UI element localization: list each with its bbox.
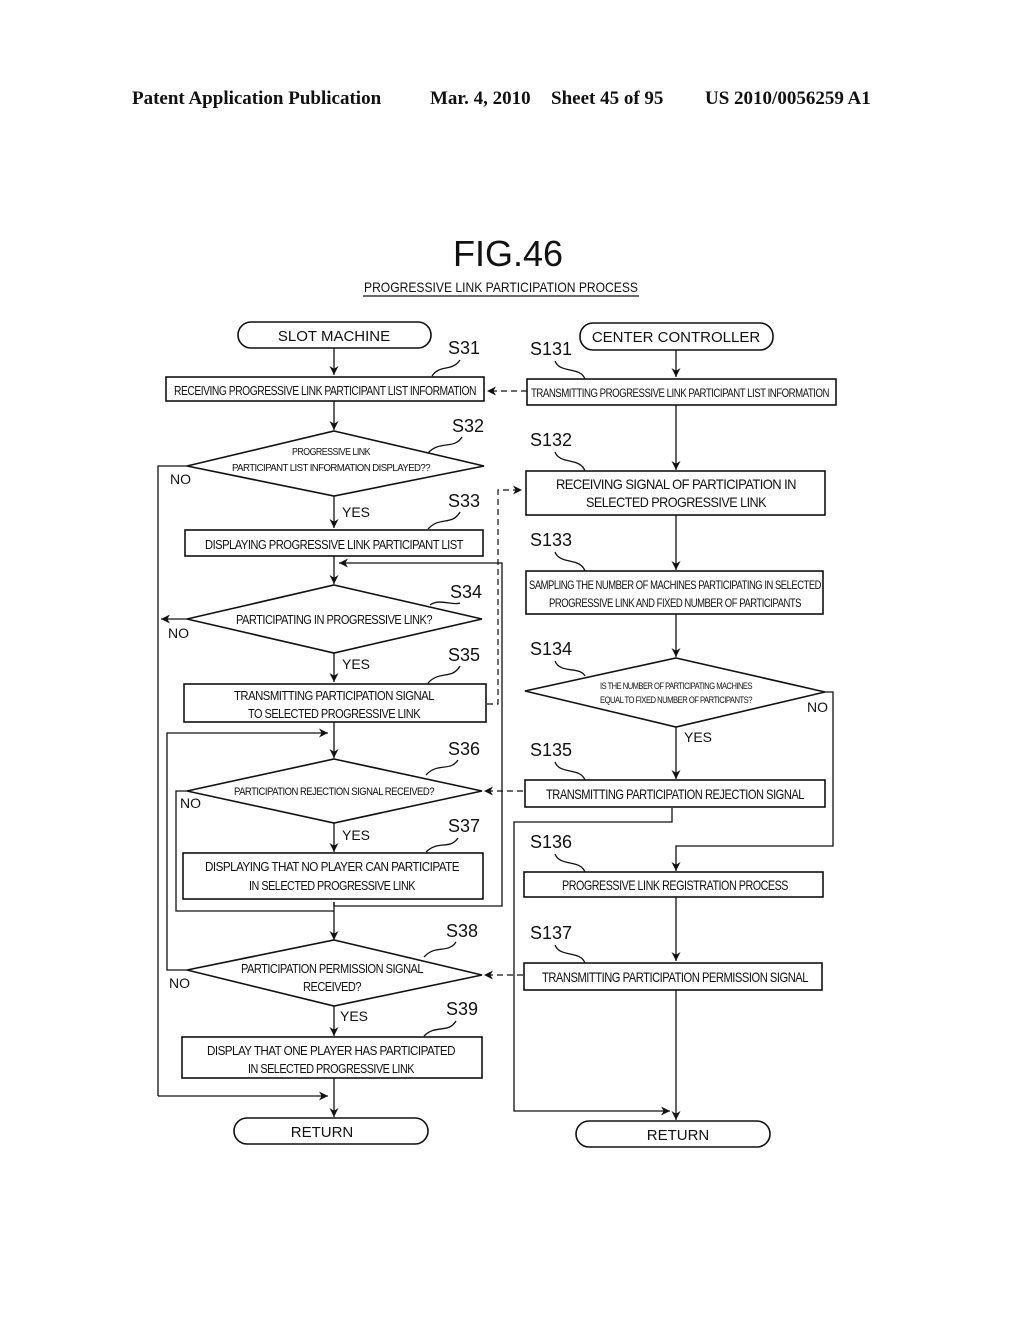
svg-text:S133: S133 [530,530,572,550]
label-s134-no: NO [807,699,828,715]
svg-text:S135: S135 [530,740,572,760]
svg-text:TO SELECTED PROGRESSIVE LINK: TO SELECTED PROGRESSIVE LINK [248,706,421,721]
label-s34-yes: YES [342,656,370,672]
svg-text:S32: S32 [452,416,484,436]
step-s132: RECEIVING SIGNAL OF PARTICIPATION IN SEL… [525,470,826,516]
label-s38-no: NO [169,975,190,991]
decision-s34: PARTICIPATING IN PROGRESSIVE LINK? [186,584,483,654]
step-s39: DISPLAY THAT ONE PLAYER HAS PARTICIPATED… [181,1036,483,1079]
figure-title: FIG.46 [453,233,563,274]
svg-text:S131: S131 [530,339,572,359]
terminal-center-controller: CENTER CONTROLLER [579,322,774,351]
svg-text:RETURN: RETURN [291,1124,354,1141]
label-s32-no: NO [170,471,191,487]
svg-text:SLOT MACHINE: SLOT MACHINE [278,328,390,345]
label-s38-yes: YES [340,1008,368,1024]
svg-text:S39: S39 [446,999,478,1019]
svg-text:DISPLAYING THAT NO PLAYER CAN: DISPLAYING THAT NO PLAYER CAN PARTICIPAT… [205,859,460,874]
svg-text:S132: S132 [530,430,572,450]
svg-text:DISPLAYING PROGRESSIVE LINK PA: DISPLAYING PROGRESSIVE LINK PARTICIPANT … [205,537,464,552]
ref-s131: S131 [530,339,586,380]
figure-subtitle: PROGRESSIVE LINK PARTICIPATION PROCESS [364,279,638,295]
step-s136: PROGRESSIVE LINK REGISTRATION PROCESS [523,871,824,898]
step-s137: TRANSMITTING PARTICIPATION PERMISSION SI… [523,962,823,991]
ref-s33: S33 [427,491,480,530]
svg-text:S38: S38 [446,921,478,941]
ref-s35: S35 [427,645,480,684]
loop-s32-no [157,465,187,1096]
step-s133: SAMPLING THE NUMBER OF MACHINES PARTICIP… [525,570,824,615]
signal-participation [487,485,522,705]
svg-text:S36: S36 [448,739,480,759]
flowchart: FIG.46 PROGRESSIVE LINK PARTICIPATION PR… [157,233,837,1148]
svg-text:PARTICIPATING IN PROGRESSIVE L: PARTICIPATING IN PROGRESSIVE LINK? [236,612,432,627]
ref-s32: S32 [427,416,484,454]
svg-text:RECEIVING SIGNAL OF PARTICIPAT: RECEIVING SIGNAL OF PARTICIPATION IN [556,476,796,492]
label-s34-no: NO [168,625,189,641]
ref-s137: S137 [530,923,586,964]
svg-text:S136: S136 [530,832,572,852]
step-s31: RECEIVING PROGRESSIVE LINK PARTICIPANT L… [165,376,485,402]
svg-text:SAMPLING THE NUMBER OF MACHINE: SAMPLING THE NUMBER OF MACHINES PARTICIP… [529,578,822,592]
svg-text:EQUAL TO FIXED NUMBER OF PARTI: EQUAL TO FIXED NUMBER OF PARTICIPANTS? [600,695,752,705]
ref-s135: S135 [530,740,586,781]
svg-text:S37: S37 [448,816,480,836]
svg-text:CENTER CONTROLLER: CENTER CONTROLLER [592,329,761,346]
svg-text:DISPLAY THAT ONE PLAYER HAS PA: DISPLAY THAT ONE PLAYER HAS PARTICIPATED [207,1043,455,1058]
svg-text:PARTICIPATION PERMISSION SIGNA: PARTICIPATION PERMISSION SIGNAL [241,961,423,976]
svg-text:S35: S35 [448,645,480,665]
svg-text:PROGRESSIVE LINK REGISTRATION: PROGRESSIVE LINK REGISTRATION PROCESS [562,877,788,893]
ref-s34: S34 [429,582,482,606]
svg-text:PARTICIPATION REJECTION SIGNAL: PARTICIPATION REJECTION SIGNAL RECEIVED? [234,786,434,798]
label-s36-yes: YES [342,827,370,843]
ref-s36: S36 [425,739,480,776]
decision-s32: PROGRESSIVE LINK PARTICIPANT LIST INFORM… [186,430,485,497]
svg-text:IN SELECTED PROGRESSIVE LINK: IN SELECTED PROGRESSIVE LINK [248,1061,415,1076]
svg-text:S34: S34 [450,582,482,602]
svg-text:RETURN: RETURN [647,1127,710,1144]
ref-s31: S31 [431,338,480,377]
svg-text:IS THE NUMBER OF PARTICIPATING: IS THE NUMBER OF PARTICIPATING MACHINES [600,681,752,691]
svg-text:TRANSMITTING PARTICIPATION PER: TRANSMITTING PARTICIPATION PERMISSION SI… [542,969,809,985]
svg-text:SELECTED PROGRESSIVE LINK: SELECTED PROGRESSIVE LINK [586,494,767,510]
ref-s39: S39 [423,999,478,1037]
svg-text:PROGRESSIVE LINK AND FIXED NUM: PROGRESSIVE LINK AND FIXED NUMBER OF PAR… [549,596,801,610]
svg-text:S137: S137 [530,923,572,943]
ref-s134: S134 [530,639,586,677]
step-s131: TRANSMITTING PROGRESSIVE LINK PARTICIPAN… [526,378,837,406]
ref-s37: S37 [425,816,480,853]
svg-text:IN SELECTED PROGRESSIVE LINK: IN SELECTED PROGRESSIVE LINK [249,878,416,893]
step-s37: DISPLAYING THAT NO PLAYER CAN PARTICIPAT… [182,852,484,900]
step-s135: TRANSMITTING PARTICIPATION REJECTION SIG… [524,779,826,808]
svg-text:RECEIVED?: RECEIVED? [303,979,361,994]
decision-s134: IS THE NUMBER OF PARTICIPATING MACHINES … [524,657,826,728]
svg-text:TRANSMITTING PROGRESSIVE LINK: TRANSMITTING PROGRESSIVE LINK PARTICIPAN… [531,386,829,400]
step-s33: DISPLAYING PROGRESSIVE LINK PARTICIPANT … [184,529,484,557]
svg-text:S134: S134 [530,639,572,659]
svg-text:TRANSMITTING PARTICIPATION REJ: TRANSMITTING PARTICIPATION REJECTION SIG… [546,786,805,802]
ref-s136: S136 [530,832,586,873]
svg-text:S31: S31 [448,338,480,358]
label-s134-yes: YES [684,729,712,745]
svg-text:RECEIVING PROGRESSIVE LINK PAR: RECEIVING PROGRESSIVE LINK PARTICIPANT L… [174,383,476,398]
terminal-return-center: RETURN [575,1120,771,1148]
terminal-return-slot: RETURN [233,1117,429,1145]
terminal-slot-machine: SLOT MACHINE [237,321,432,349]
svg-text:TRANSMITTING PARTICIPATION SIG: TRANSMITTING PARTICIPATION SIGNAL [234,688,434,703]
ref-s38: S38 [423,921,478,958]
loop-s135-to-return [513,808,673,1116]
svg-text:S33: S33 [448,491,480,511]
ref-s133: S133 [530,530,586,572]
label-s36-no: NO [180,795,201,811]
svg-text:PARTICIPANT LIST INFORMATION D: PARTICIPANT LIST INFORMATION DISPLAYED?? [232,463,431,474]
ref-s132: S132 [530,430,586,472]
svg-text:PROGRESSIVE LINK: PROGRESSIVE LINK [292,447,371,458]
step-s35: TRANSMITTING PARTICIPATION SIGNAL TO SEL… [183,683,487,723]
label-s32-yes: YES [342,504,370,520]
